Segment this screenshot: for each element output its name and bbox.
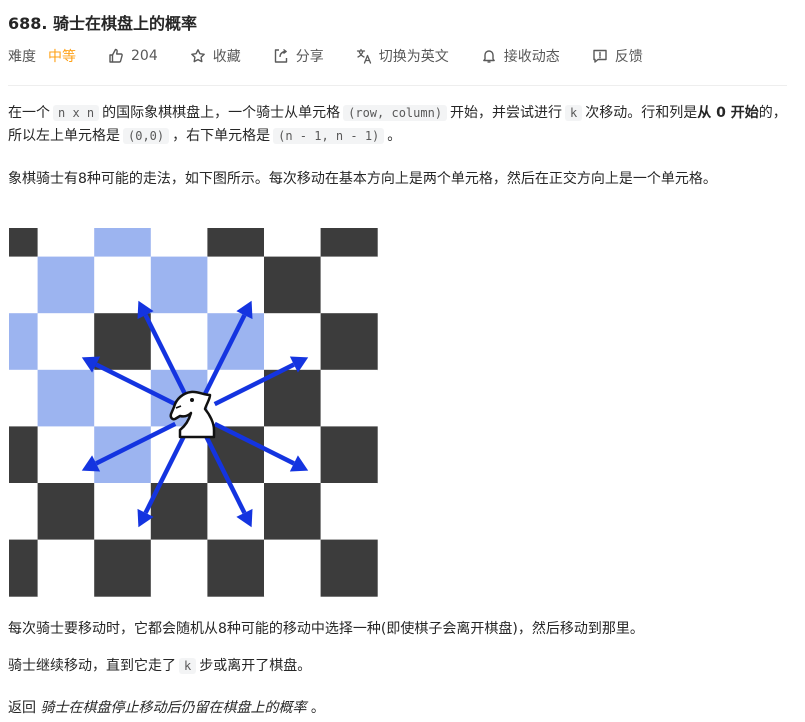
like-count: 204 xyxy=(131,48,158,64)
board-square xyxy=(320,539,378,597)
description-paragraph-5: 返回 骑士在棋盘停止移动后仍留在棋盘上的概率 。 xyxy=(8,697,788,720)
board-square xyxy=(207,369,265,427)
favorite-label: 收藏 xyxy=(212,49,241,65)
board-square xyxy=(264,369,322,427)
text: 的国际象棋棋盘上，一个骑士从单元格 xyxy=(102,105,341,121)
translate-button[interactable]: 切换为英文 xyxy=(356,46,449,66)
share-icon xyxy=(274,48,287,63)
board-square xyxy=(320,256,378,314)
text: 。 xyxy=(310,700,325,716)
text: 在一个 xyxy=(8,105,50,121)
board-square xyxy=(9,539,39,597)
share-button[interactable]: 分享 xyxy=(273,46,324,66)
text: ，右下单元格是 xyxy=(172,128,271,144)
board-square xyxy=(150,228,208,258)
thumbs-up-icon xyxy=(109,48,123,63)
board-square xyxy=(207,539,265,597)
board-square xyxy=(320,313,378,371)
feedback-label: 反馈 xyxy=(614,49,643,65)
board-square xyxy=(320,426,378,484)
board-square xyxy=(264,228,322,258)
board-square xyxy=(207,228,265,258)
board-square xyxy=(150,483,208,541)
board-square xyxy=(320,369,378,427)
board-square xyxy=(320,228,378,258)
inline-code: (0,0) xyxy=(123,128,170,144)
board-square xyxy=(94,228,152,258)
board-square xyxy=(9,369,39,427)
bell-icon xyxy=(482,50,495,63)
difficulty-badge: 中等 xyxy=(48,49,76,65)
board-square xyxy=(9,483,39,541)
subscribe-label: 接收动态 xyxy=(503,49,560,65)
board-square xyxy=(37,228,95,258)
difficulty-label: 难度 xyxy=(8,49,36,65)
like-button[interactable]: 204 xyxy=(108,48,158,64)
text: 返回 xyxy=(8,700,36,716)
feedback-icon xyxy=(593,49,607,63)
text: 步或离开了棋盘。 xyxy=(199,658,312,674)
translate-label: 切换为英文 xyxy=(378,49,449,65)
translate-icon xyxy=(356,48,371,64)
board-square xyxy=(94,426,152,484)
subscribe-button[interactable]: 接收动态 xyxy=(481,46,560,66)
board-square xyxy=(37,369,95,427)
text: 开始，并尝试进行 xyxy=(450,105,563,121)
favorite-button[interactable]: 收藏 xyxy=(190,46,241,66)
text: 次移动。行和列是 xyxy=(585,105,698,121)
star-icon xyxy=(190,49,205,63)
board-square xyxy=(94,313,152,371)
bold-text: 从 0 开始 xyxy=(697,105,759,121)
emphasis-text: 骑士在棋盘停止移动后仍留在棋盘上的概率 xyxy=(40,700,307,716)
inline-code: k xyxy=(565,105,583,121)
board-square xyxy=(9,228,39,258)
board-square xyxy=(320,483,378,541)
description-paragraph-1: 在一个 n x n 的国际象棋棋盘上，一个骑士从单元格 (row, column) 开始… xyxy=(8,102,788,148)
board-square xyxy=(37,539,95,597)
board-square xyxy=(9,256,39,314)
inline-code: (row, column) xyxy=(343,105,448,121)
feedback-button[interactable]: 反馈 xyxy=(592,46,643,66)
problem-title: 688. 骑士在棋盘上的概率 xyxy=(8,14,198,33)
board-square xyxy=(264,539,322,597)
share-label: 分享 xyxy=(295,49,324,65)
board-square xyxy=(37,483,95,541)
board-square xyxy=(207,256,265,314)
inline-code: n x n xyxy=(53,105,100,121)
board-square xyxy=(94,539,152,597)
board-square xyxy=(150,256,208,314)
board-square xyxy=(9,426,39,484)
knight-moves-board xyxy=(9,228,378,597)
text: 骑士继续移动，直到它走了 xyxy=(8,658,176,674)
text: 。 xyxy=(387,128,402,144)
board-square xyxy=(264,256,322,314)
board-square xyxy=(37,426,95,484)
board-square xyxy=(9,313,39,371)
board-square xyxy=(264,483,322,541)
board-square xyxy=(37,256,95,314)
board-square xyxy=(150,539,208,597)
inline-code: (n - 1, n - 1) xyxy=(273,128,385,144)
board-square xyxy=(207,313,265,371)
header-divider xyxy=(8,85,787,86)
description-paragraph-2: 象棋骑士有8种可能的走法，如下图所示。每次移动在基本方向上是两个单元格，然后在正… xyxy=(8,171,717,187)
inline-code: k xyxy=(179,658,197,674)
problem-meta-bar: 难度 中等 204 收藏 分享 切换为英文 接收动态 反馈 xyxy=(8,46,675,66)
description-paragraph-3: 每次骑士要移动时，它都会随机从8种可能的移动中选择一种(即使棋子会离开棋盘)，然… xyxy=(8,621,644,637)
description-paragraph-4: 骑士继续移动，直到它走了 k 步或离开了棋盘。 xyxy=(8,655,788,678)
